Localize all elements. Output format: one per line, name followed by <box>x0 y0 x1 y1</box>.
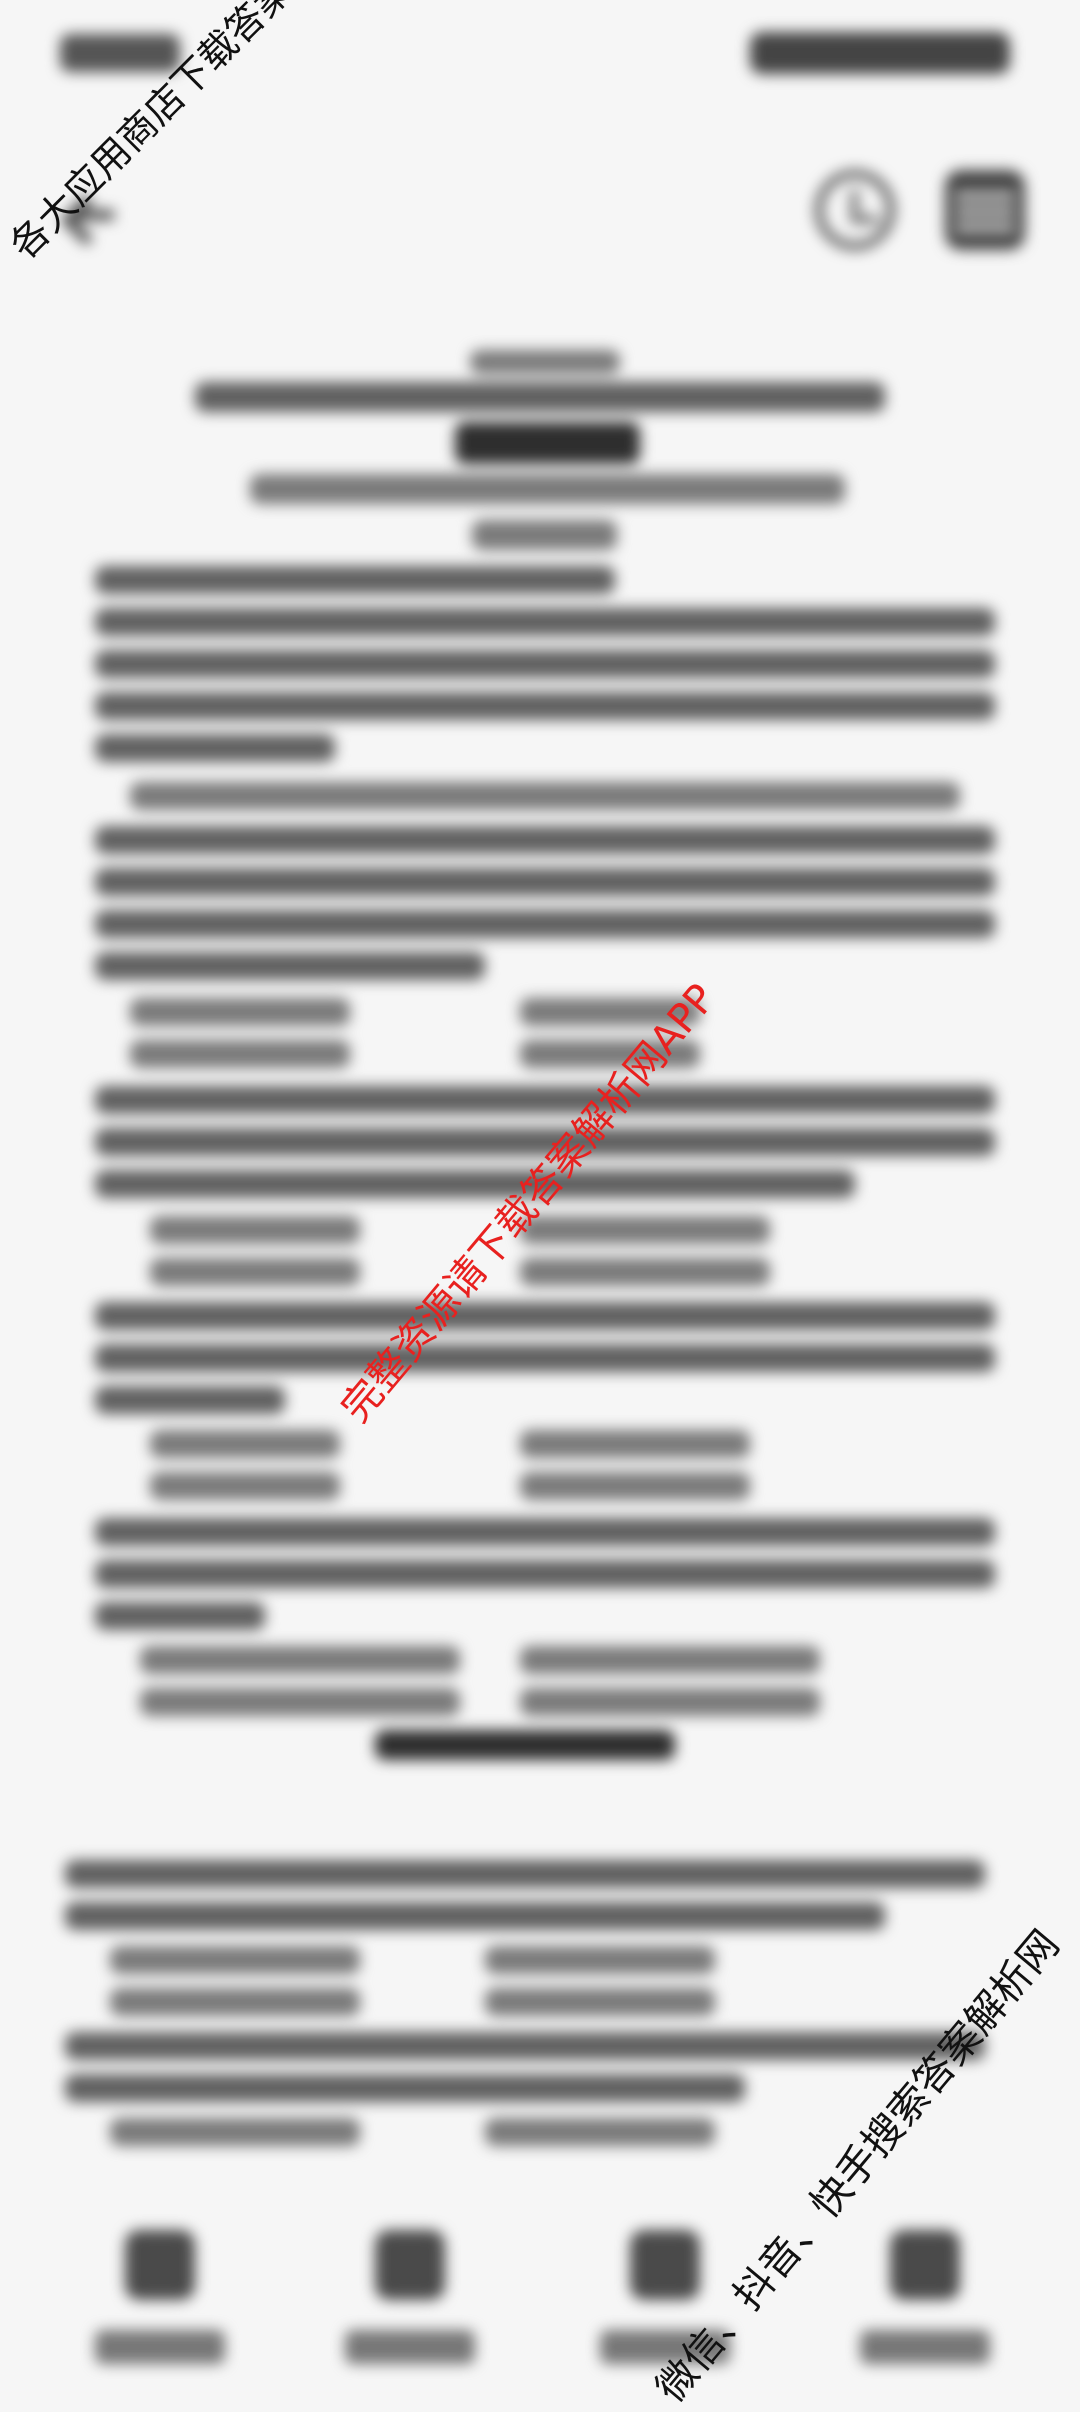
nav-label <box>345 2330 475 2364</box>
option-line <box>140 1688 460 1716</box>
option-line <box>520 1430 750 1458</box>
text-line <box>95 952 485 980</box>
option-line <box>150 1216 360 1244</box>
doc-header-line <box>250 474 845 504</box>
nav-item-1[interactable] <box>85 2230 235 2380</box>
text-line <box>95 1302 995 1330</box>
text-line <box>65 2032 985 2060</box>
text-line <box>95 1086 995 1114</box>
option-line <box>520 1688 820 1716</box>
option-line <box>130 998 350 1026</box>
status-icons <box>750 32 1010 74</box>
nav-label <box>95 2330 225 2364</box>
option-line <box>130 1040 350 1068</box>
option-line <box>520 1258 770 1286</box>
nav-icon <box>375 2230 445 2300</box>
nav-item-4[interactable] <box>850 2230 1000 2380</box>
option-line <box>485 1946 715 1974</box>
option-line <box>485 1988 715 2016</box>
text-line <box>95 734 335 762</box>
option-line <box>520 1216 770 1244</box>
text-line <box>95 1560 995 1588</box>
option-line <box>110 2118 360 2146</box>
option-line <box>140 1646 460 1674</box>
doc-header-line <box>472 520 617 550</box>
option-line <box>110 1988 360 2016</box>
document-page <box>0 330 1080 2180</box>
bottom-nav <box>0 2190 1080 2400</box>
top-toolbar <box>0 150 1080 280</box>
clock-icon[interactable] <box>815 170 895 250</box>
text-line <box>95 1518 995 1546</box>
text-line <box>95 608 995 636</box>
option-line <box>520 1472 750 1500</box>
text-line <box>95 566 615 594</box>
option-line <box>150 1258 360 1286</box>
nav-item-2[interactable] <box>335 2230 485 2380</box>
nav-label <box>860 2330 990 2364</box>
option-line <box>110 1946 360 1974</box>
text-line <box>65 1860 985 1888</box>
text-line <box>95 1344 995 1372</box>
doc-title <box>455 422 640 464</box>
text-line <box>95 1602 265 1630</box>
text-line <box>95 650 995 678</box>
option-line <box>520 1646 820 1674</box>
text-line <box>95 692 995 720</box>
option-line <box>150 1472 340 1500</box>
text-line <box>95 1170 855 1198</box>
menu-icon[interactable] <box>945 170 1025 250</box>
text-line <box>95 868 995 896</box>
nav-icon <box>125 2230 195 2300</box>
nav-icon <box>630 2230 700 2300</box>
option-line <box>130 782 960 810</box>
text-line <box>95 1386 285 1414</box>
text-line <box>95 826 995 854</box>
option-line <box>150 1430 340 1458</box>
page-footer <box>375 1730 675 1760</box>
text-line <box>65 1902 885 1930</box>
doc-header-line <box>195 382 885 412</box>
text-line <box>65 2074 745 2102</box>
nav-icon <box>890 2230 960 2300</box>
doc-header-line <box>470 350 620 374</box>
text-line <box>95 910 995 938</box>
option-line <box>485 2118 715 2146</box>
